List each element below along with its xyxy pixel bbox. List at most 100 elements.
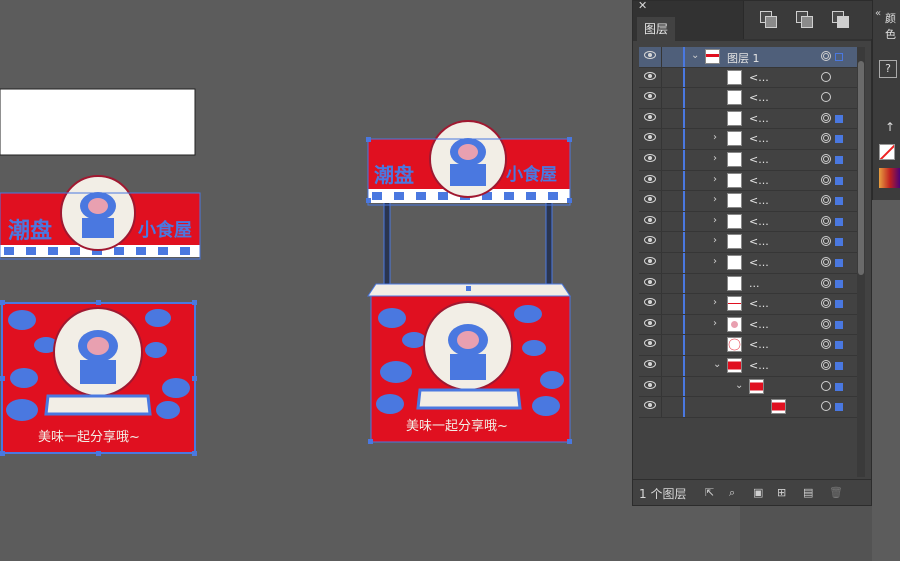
- left-sign-banner[interactable]: 潮盘 小食屋: [0, 175, 201, 260]
- target-circle-icon[interactable]: [821, 92, 831, 103]
- sublayer-row[interactable]: › <...: [639, 191, 857, 212]
- layer-name[interactable]: <...: [749, 256, 769, 269]
- collapse-icon[interactable]: «: [875, 8, 881, 19]
- chevron-right-icon[interactable]: ›: [713, 256, 717, 267]
- visibility-eye-icon[interactable]: [644, 401, 656, 410]
- sublayer-row[interactable]: › <...: [639, 129, 857, 150]
- target-circle-icon[interactable]: [821, 359, 831, 370]
- left-board[interactable]: 美味一起分享哦~: [0, 300, 197, 456]
- sublayer-row[interactable]: › <...: [639, 149, 857, 171]
- arrange-icon-2[interactable]: [796, 11, 813, 28]
- target-circle-icon[interactable]: [821, 298, 831, 309]
- layers-list[interactable]: ⌄ 图层 1 <... <... <... › <... › <... › <... › <... › <.…: [639, 47, 857, 479]
- none-swatch[interactable]: [879, 144, 895, 160]
- export-icon[interactable]: ⇱: [705, 487, 716, 498]
- visibility-eye-icon[interactable]: [644, 380, 656, 389]
- target-circle-icon[interactable]: [821, 318, 831, 329]
- visibility-eye-icon[interactable]: [644, 236, 656, 245]
- chevron-right-icon[interactable]: ›: [713, 153, 717, 164]
- sublayer-row[interactable]: › <...: [639, 252, 857, 274]
- layer-name[interactable]: <...: [749, 91, 769, 104]
- target-circle-icon[interactable]: [821, 174, 831, 185]
- layer-name[interactable]: <...: [749, 174, 769, 187]
- layer-name[interactable]: <...: [749, 71, 769, 84]
- layer-name[interactable]: 图层 1: [727, 50, 760, 66]
- target-circle-icon[interactable]: [821, 380, 831, 391]
- selection-square-icon[interactable]: [835, 341, 843, 350]
- layer-row[interactable]: ⌄ 图层 1: [639, 47, 857, 68]
- layer-name[interactable]: <...: [749, 318, 769, 331]
- layers-panel[interactable]: ✕ 图层 ☰ ⌄图层 1<...<...<...›<...›<...›<...›…: [632, 0, 872, 506]
- layers-scrollbar[interactable]: [857, 47, 865, 477]
- arrange-icon-1[interactable]: [760, 11, 777, 28]
- clipping-mask-icon[interactable]: ▣: [753, 487, 764, 498]
- layer-name[interactable]: ...: [749, 277, 760, 290]
- sublayer-row[interactable]: [639, 397, 857, 418]
- sublayer-row[interactable]: › <...: [639, 211, 857, 233]
- target-circle-icon[interactable]: [821, 256, 831, 267]
- selection-square-icon[interactable]: [835, 197, 843, 206]
- target-circle-icon[interactable]: [821, 277, 831, 288]
- selection-square-icon[interactable]: [835, 114, 843, 123]
- selection-square-icon[interactable]: [835, 403, 843, 412]
- new-layer-icon[interactable]: ▤: [803, 487, 814, 498]
- chevron-right-icon[interactable]: ›: [713, 297, 717, 308]
- layer-name[interactable]: <...: [749, 132, 769, 145]
- target-circle-icon[interactable]: [821, 215, 831, 226]
- visibility-eye-icon[interactable]: [644, 195, 656, 204]
- sublayer-row[interactable]: › <...: [639, 294, 857, 315]
- target-circle-icon[interactable]: [821, 153, 831, 164]
- arrow-up-icon[interactable]: ↑: [885, 120, 895, 134]
- chevron-down-icon[interactable]: ⌄: [713, 359, 721, 370]
- help-button[interactable]: ?: [879, 60, 897, 78]
- sublayer-row[interactable]: › <...: [639, 314, 857, 336]
- visibility-eye-icon[interactable]: [644, 359, 656, 368]
- delete-icon[interactable]: 🗑: [829, 487, 843, 498]
- visibility-eye-icon[interactable]: [644, 277, 656, 286]
- color-panel[interactable]: « 颜色 ? ↑: [872, 0, 900, 200]
- layer-name[interactable]: <...: [749, 215, 769, 228]
- sublayer-row[interactable]: <...: [639, 335, 857, 356]
- layer-name[interactable]: <...: [749, 153, 769, 166]
- sublayer-row[interactable]: ⌄: [639, 376, 857, 398]
- selection-square-icon[interactable]: [835, 300, 843, 309]
- selection-square-icon[interactable]: [835, 258, 843, 267]
- target-circle-icon[interactable]: [821, 112, 831, 123]
- selection-square-icon[interactable]: [835, 155, 843, 164]
- target-circle-icon[interactable]: [821, 236, 831, 247]
- layer-name[interactable]: <...: [749, 194, 769, 207]
- arrange-icon-3[interactable]: [832, 11, 849, 28]
- layer-name[interactable]: <...: [749, 112, 769, 125]
- visibility-eye-icon[interactable]: [644, 339, 656, 348]
- chevron-right-icon[interactable]: ›: [713, 132, 717, 143]
- selection-square-icon[interactable]: [835, 320, 843, 329]
- chevron-down-icon[interactable]: ⌄: [691, 50, 699, 61]
- chevron-right-icon[interactable]: ›: [713, 194, 717, 205]
- target-circle-icon[interactable]: [821, 51, 831, 61]
- selection-square-icon[interactable]: [835, 176, 843, 185]
- target-circle-icon[interactable]: [821, 71, 831, 82]
- sublayer-row[interactable]: <...: [639, 88, 857, 109]
- sublayer-row[interactable]: ⌄ <...: [639, 355, 857, 377]
- sublayer-row[interactable]: ...: [639, 273, 857, 295]
- sublayer-row[interactable]: <...: [639, 108, 857, 130]
- visibility-eye-icon[interactable]: [644, 71, 656, 80]
- visibility-eye-icon[interactable]: [644, 92, 656, 101]
- selection-square-icon[interactable]: [835, 53, 843, 61]
- selection-square-icon[interactable]: [835, 238, 843, 247]
- locate-object-icon[interactable]: ⌕: [729, 487, 740, 498]
- tab-layers[interactable]: 图层: [637, 17, 675, 41]
- chevron-right-icon[interactable]: ›: [713, 215, 717, 226]
- visibility-eye-icon[interactable]: [644, 174, 656, 183]
- layer-name[interactable]: <...: [749, 235, 769, 248]
- white-rect[interactable]: [0, 88, 196, 156]
- selection-square-icon[interactable]: [835, 217, 843, 226]
- selection-square-icon[interactable]: [835, 135, 843, 144]
- selection-square-icon[interactable]: [835, 279, 843, 288]
- chevron-right-icon[interactable]: ›: [713, 235, 717, 246]
- sublayer-row[interactable]: <...: [639, 67, 857, 89]
- layer-name[interactable]: <...: [749, 359, 769, 372]
- visibility-eye-icon[interactable]: [644, 112, 656, 121]
- layer-name[interactable]: <...: [749, 297, 769, 310]
- close-icon[interactable]: ✕: [638, 0, 647, 12]
